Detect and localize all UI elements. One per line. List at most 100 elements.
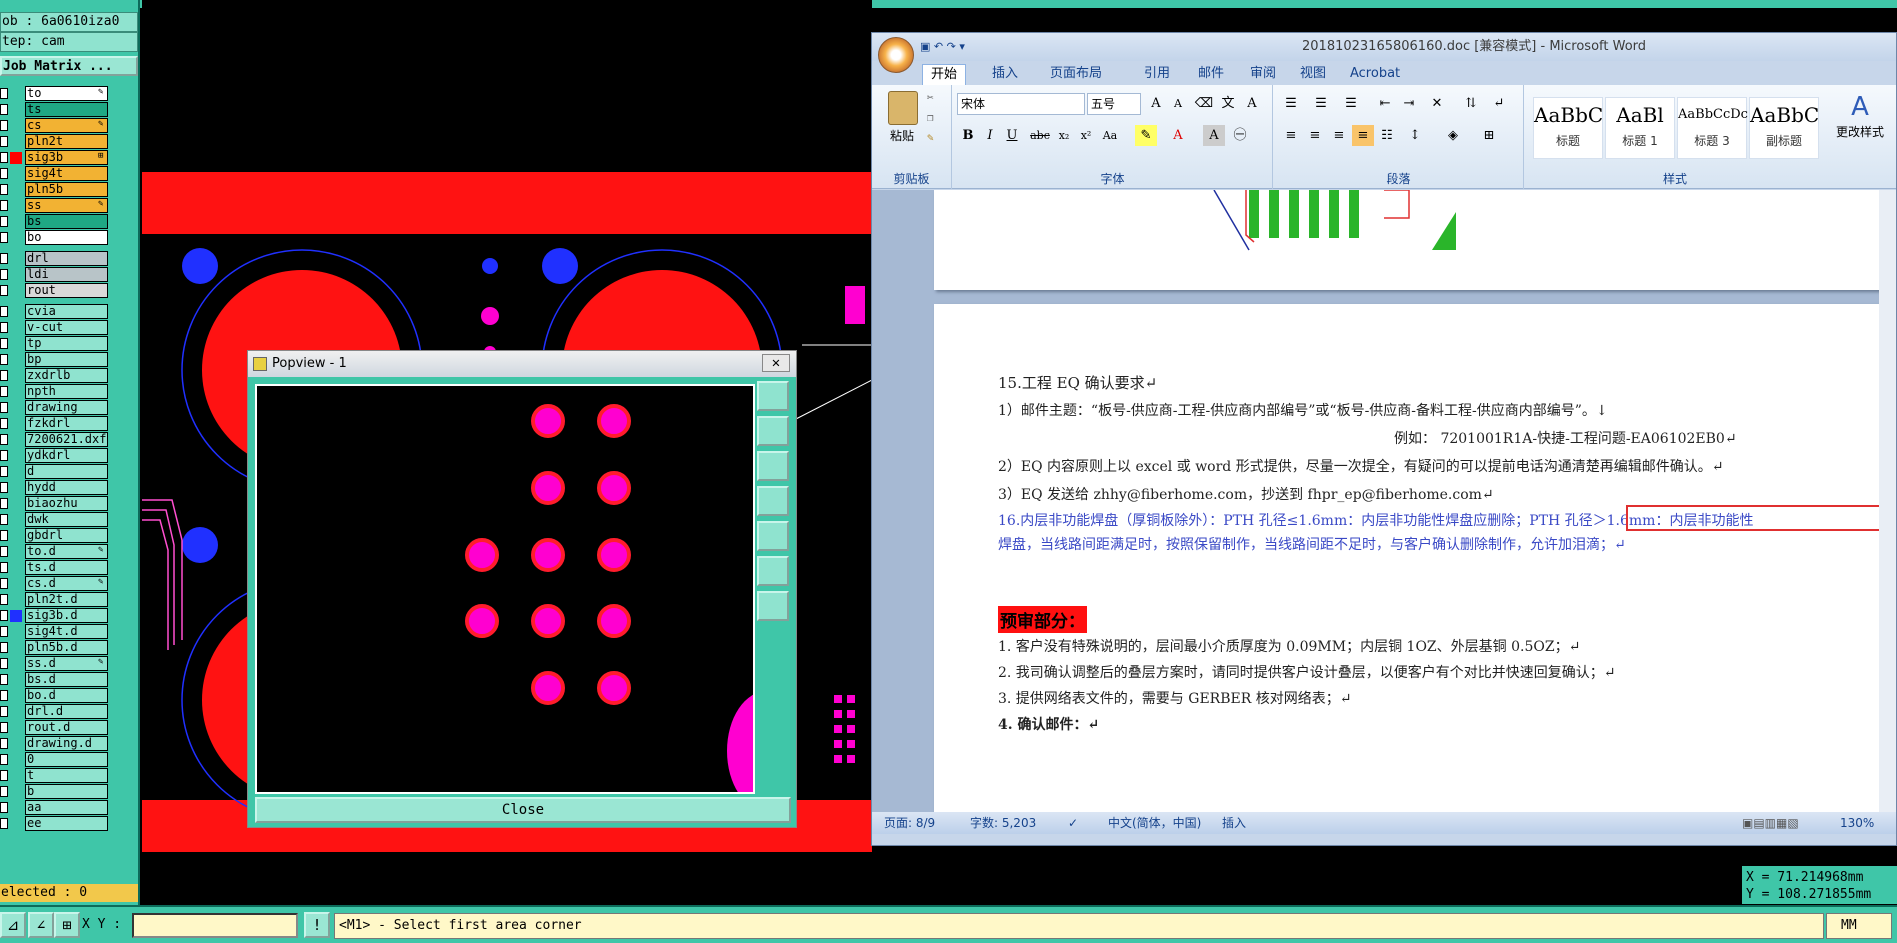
layer-row[interactable]: rout.d	[0, 720, 110, 735]
area-tool-icon[interactable]: ⊿	[0, 912, 26, 938]
style-item[interactable]: AaBbC 副标题	[1749, 97, 1819, 159]
layer-checkbox[interactable]	[0, 386, 8, 397]
layer-row[interactable]: 7200621.dxf	[0, 432, 110, 447]
layer-checkbox[interactable]	[0, 216, 8, 227]
layer-row[interactable]: pln5b	[0, 182, 110, 197]
layer-name[interactable]: pln5b	[25, 182, 108, 197]
layer-checkbox[interactable]	[0, 690, 8, 701]
layer-row[interactable]: pln2t	[0, 134, 110, 149]
distributed-icon[interactable]: ☷	[1376, 125, 1398, 146]
layer-checkbox[interactable]	[0, 706, 8, 717]
layer-name[interactable]: ydkdrl	[25, 448, 108, 463]
layer-row[interactable]: cs ✎	[0, 118, 110, 133]
layer-row[interactable]: bs.d	[0, 672, 110, 687]
layer-checkbox[interactable]	[0, 450, 8, 461]
layer-row[interactable]: pln5b.d	[0, 640, 110, 655]
layer-row[interactable]: ts	[0, 102, 110, 117]
layer-row[interactable]: bs	[0, 214, 110, 229]
layer-name[interactable]: rout	[25, 283, 108, 298]
tab-7[interactable]: Acrobat	[1342, 64, 1408, 85]
layer-name[interactable]: 7200621.dxf	[25, 432, 108, 447]
tab-0[interactable]: 开始	[922, 64, 967, 85]
layer-checkbox[interactable]	[0, 594, 8, 605]
chinese-layout-icon[interactable]: ✕	[1426, 93, 1448, 114]
layer-row[interactable]: 0	[0, 752, 110, 767]
layer-checkbox[interactable]	[0, 232, 8, 243]
layer-checkbox[interactable]	[0, 642, 8, 653]
popview-canvas[interactable]	[255, 384, 755, 794]
layer-name[interactable]: v-cut	[25, 320, 108, 335]
popview-pan-left-button[interactable]	[757, 486, 789, 516]
tab-6[interactable]: 视图	[1292, 64, 1334, 85]
align-center-icon[interactable]: ≡	[1304, 125, 1326, 146]
popview-close-icon[interactable]: ✕	[762, 354, 790, 372]
units-indicator[interactable]: MM	[1826, 913, 1892, 939]
layer-name[interactable]: bp	[25, 352, 108, 367]
angle-tool-icon[interactable]: ∠	[28, 912, 54, 938]
layer-row[interactable]: bo	[0, 230, 110, 245]
layer-row[interactable]: sig4t	[0, 166, 110, 181]
layer-name[interactable]: pln5b.d	[25, 640, 108, 655]
layer-name[interactable]: cs	[25, 118, 108, 133]
layer-checkbox[interactable]	[0, 269, 8, 280]
layer-checkbox[interactable]	[0, 818, 8, 829]
layer-name[interactable]: ss.d	[25, 656, 108, 671]
layer-row[interactable]: npth	[0, 384, 110, 399]
decrease-indent-icon[interactable]: ⇤	[1374, 93, 1396, 114]
layer-checkbox[interactable]	[0, 152, 8, 163]
popview-pan-right-button[interactable]	[757, 521, 789, 551]
layer-name[interactable]: bs	[25, 214, 108, 229]
layer-checkbox[interactable]	[0, 402, 8, 413]
layer-checkbox[interactable]	[0, 802, 8, 813]
shrink-font-icon[interactable]: A	[1167, 93, 1189, 114]
popview-pan-down-button[interactable]	[757, 451, 789, 481]
layer-checkbox[interactable]	[0, 370, 8, 381]
phonetic-icon[interactable]: 文	[1217, 93, 1239, 114]
layer-checkbox[interactable]	[0, 184, 8, 195]
cut-icon[interactable]: ✂	[927, 91, 934, 104]
layer-checkbox[interactable]	[0, 514, 8, 525]
layer-row[interactable]: cvia	[0, 304, 110, 319]
bullets-icon[interactable]: ☰	[1280, 93, 1302, 114]
layer-row[interactable]: pln2t.d	[0, 592, 110, 607]
popview-titlebar[interactable]: Popview - 1	[248, 351, 796, 377]
shading-icon[interactable]: ◈	[1442, 125, 1464, 146]
layer-checkbox[interactable]	[0, 168, 8, 179]
layer-name[interactable]: zxdrlb	[25, 368, 108, 383]
layer-name[interactable]: d	[25, 464, 108, 479]
layer-name[interactable]: b	[25, 784, 108, 799]
language-indicator[interactable]: 中文(简体，中国)	[1108, 812, 1201, 834]
layer-row[interactable]: t	[0, 768, 110, 783]
layer-row[interactable]: biaozhu	[0, 496, 110, 511]
insert-mode[interactable]: 插入	[1222, 812, 1246, 834]
layer-checkbox[interactable]	[0, 88, 8, 99]
font-name-combo[interactable]: 宋体	[957, 93, 1085, 115]
highlight-icon[interactable]: ✎	[1135, 125, 1157, 146]
layer-row[interactable]: ee	[0, 816, 110, 831]
align-left-icon[interactable]: ≡	[1280, 125, 1302, 146]
layer-checkbox[interactable]	[0, 120, 8, 131]
style-item[interactable]: AaBbCcDc 标题 3	[1677, 97, 1748, 159]
layer-checkbox[interactable]	[0, 498, 8, 509]
line-spacing-icon[interactable]: ↕	[1404, 125, 1426, 146]
layer-name[interactable]: t	[25, 768, 108, 783]
layer-checkbox[interactable]	[0, 610, 8, 621]
tab-3[interactable]: 引用	[1136, 64, 1178, 85]
popview-zoom-out-button[interactable]	[757, 591, 789, 621]
layer-row[interactable]: ss.d ✎	[0, 656, 110, 671]
tab-2[interactable]: 页面布局	[1042, 64, 1110, 85]
subscript-button[interactable]: x₂	[1053, 125, 1075, 146]
layer-name[interactable]: biaozhu	[25, 496, 108, 511]
align-right-icon[interactable]: ≡	[1328, 125, 1350, 146]
layer-checkbox[interactable]	[0, 578, 8, 589]
info-icon[interactable]: !	[304, 912, 330, 938]
layer-row[interactable]: rout	[0, 283, 110, 298]
layer-name[interactable]: drawing	[25, 400, 108, 415]
layer-row[interactable]: aa	[0, 800, 110, 815]
strikethrough-button[interactable]: abc	[1029, 125, 1051, 146]
layer-name[interactable]: tp	[25, 336, 108, 351]
popview-fit-button[interactable]	[757, 381, 789, 411]
paste-icon[interactable]	[888, 91, 918, 125]
layer-checkbox[interactable]	[0, 136, 8, 147]
style-item[interactable]: AaBbC 标题	[1533, 97, 1603, 159]
